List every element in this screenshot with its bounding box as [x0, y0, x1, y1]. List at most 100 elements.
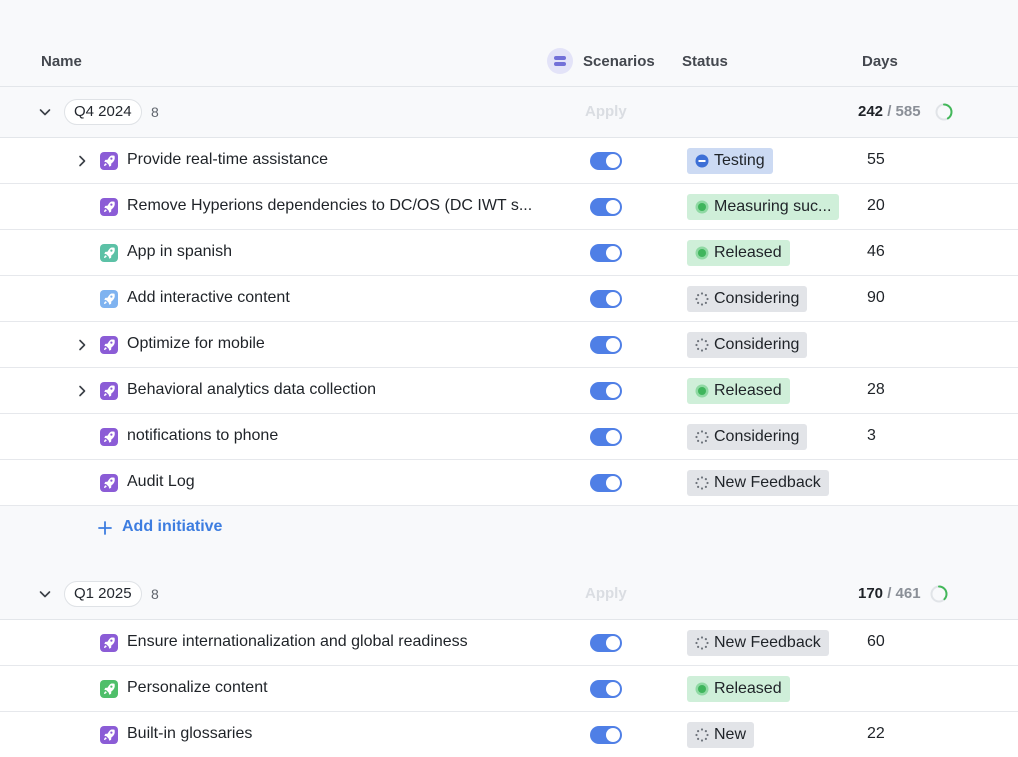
- initiative-name[interactable]: Ensure internationalization and global r…: [127, 633, 468, 651]
- status-badge[interactable]: New Feedback: [687, 470, 829, 496]
- days-value[interactable]: 20: [867, 197, 885, 215]
- status-badge[interactable]: Considering: [687, 286, 808, 312]
- pending-status-icon: [695, 636, 709, 650]
- rocket-icon: [100, 382, 118, 400]
- initiative-row[interactable]: Behavioral analytics data collection Rele…: [0, 368, 1018, 414]
- initiative-row[interactable]: Remove Hyperions dependencies to DC/OS (…: [0, 184, 1018, 230]
- scenario-toggle[interactable]: [590, 152, 622, 170]
- status-badge[interactable]: Released: [687, 378, 790, 404]
- scenario-toggle[interactable]: [590, 474, 622, 492]
- status-badge[interactable]: Considering: [687, 332, 808, 358]
- initiative-name[interactable]: Remove Hyperions dependencies to DC/OS (…: [127, 197, 532, 215]
- released-status-icon: [695, 246, 709, 260]
- scenario-toggle[interactable]: [590, 244, 622, 262]
- apply-button[interactable]: Apply: [585, 103, 627, 120]
- status-badge[interactable]: Measuring suc...: [687, 194, 840, 220]
- pending-status-icon: [695, 728, 709, 742]
- initiative-name[interactable]: notifications to phone: [127, 427, 278, 445]
- initiative-name[interactable]: Add interactive content: [127, 289, 290, 307]
- chevron-down-icon[interactable]: [38, 105, 52, 119]
- status-label: New Feedback: [714, 474, 821, 491]
- rocket-icon: [100, 680, 118, 698]
- initiative-row[interactable]: Built-in glossaries New 22: [0, 712, 1018, 757]
- group-label[interactable]: Q4 2024: [64, 99, 142, 125]
- status-badge[interactable]: Released: [687, 240, 790, 266]
- chevron-down-icon[interactable]: [38, 587, 52, 601]
- initiative-row[interactable]: Add interactive content Considering 90: [0, 276, 1018, 322]
- days-value[interactable]: 3: [867, 427, 876, 445]
- rocket-icon: [100, 474, 118, 492]
- status-badge[interactable]: Released: [687, 676, 790, 702]
- chevron-right-icon[interactable]: [75, 338, 89, 352]
- days-value[interactable]: 22: [867, 725, 885, 743]
- status-label: Measuring suc...: [714, 198, 832, 215]
- released-status-icon: [695, 384, 709, 398]
- column-header-status[interactable]: Status: [682, 53, 728, 70]
- scenario-toggle[interactable]: [590, 382, 622, 400]
- status-badge[interactable]: New: [687, 722, 755, 748]
- status-label: Considering: [714, 428, 800, 445]
- days-separator: /: [883, 585, 896, 602]
- column-header-scenarios[interactable]: Scenarios: [583, 53, 655, 70]
- status-badge[interactable]: Testing: [687, 148, 773, 174]
- apply-button[interactable]: Apply: [585, 585, 627, 602]
- days-used: 170: [858, 585, 884, 602]
- rocket-icon: [100, 428, 118, 446]
- add-initiative-button[interactable]: Add initiative: [98, 518, 222, 536]
- status-label: Released: [714, 382, 782, 399]
- scenario-toggle[interactable]: [590, 726, 622, 744]
- status-badge[interactable]: New Feedback: [687, 630, 829, 656]
- group-label[interactable]: Q1 2025: [64, 581, 142, 607]
- days-used: 242: [858, 103, 884, 120]
- scenario-toggle[interactable]: [590, 290, 622, 308]
- scenario-toggle[interactable]: [590, 198, 622, 216]
- initiative-row[interactable]: Optimize for mobile Considering: [0, 322, 1018, 368]
- status-label: Considering: [714, 290, 800, 307]
- initiative-row[interactable]: App in spanish Released 46: [0, 230, 1018, 276]
- initiative-row[interactable]: Audit Log New Feedback: [0, 460, 1018, 506]
- scenario-toggle[interactable]: [590, 634, 622, 652]
- days-total: 170 / 461: [858, 585, 921, 602]
- chevron-right-icon[interactable]: [75, 154, 89, 168]
- column-header-days[interactable]: Days: [862, 53, 898, 70]
- days-value[interactable]: 28: [867, 381, 885, 399]
- initiative-row[interactable]: Personalize content Released: [0, 666, 1018, 712]
- column-header-name[interactable]: Name: [41, 53, 82, 70]
- days-value[interactable]: 55: [867, 151, 885, 169]
- scenario-toggle[interactable]: [590, 336, 622, 354]
- days-value[interactable]: 90: [867, 289, 885, 307]
- initiative-name[interactable]: Provide real-time assistance: [127, 151, 328, 169]
- rocket-icon: [100, 726, 118, 744]
- released-status-icon: [695, 200, 709, 214]
- scenarios-icon[interactable]: [547, 48, 573, 74]
- days-separator: /: [883, 103, 896, 120]
- released-status-icon: [695, 682, 709, 696]
- pending-status-icon: [695, 292, 709, 306]
- pending-status-icon: [695, 430, 709, 444]
- days-value[interactable]: 46: [867, 243, 885, 261]
- progress-ring-icon: [935, 103, 953, 121]
- initiative-name[interactable]: Optimize for mobile: [127, 335, 265, 353]
- initiative-row[interactable]: Ensure internationalization and global r…: [0, 620, 1018, 666]
- rocket-icon: [100, 244, 118, 262]
- status-label: Testing: [714, 152, 765, 169]
- status-badge[interactable]: Considering: [687, 424, 808, 450]
- initiative-name[interactable]: Audit Log: [127, 473, 195, 491]
- group-count: 8: [151, 586, 159, 602]
- days-capacity: 461: [895, 585, 921, 602]
- initiative-name[interactable]: Personalize content: [127, 679, 268, 697]
- group-row: Q4 2024 8 Apply 242 / 585: [0, 87, 1018, 138]
- plus-icon: [98, 521, 112, 535]
- days-value[interactable]: 60: [867, 633, 885, 651]
- initiative-name[interactable]: Built-in glossaries: [127, 725, 252, 743]
- table-header: Name Scenarios Status Days: [0, 36, 1018, 87]
- group-row: Q1 2025 8 Apply 170 / 461: [0, 569, 1018, 620]
- scenario-toggle[interactable]: [590, 428, 622, 446]
- initiative-row[interactable]: Provide real-time assistance Testing 55: [0, 138, 1018, 184]
- initiative-row[interactable]: notifications to phone Considering 3: [0, 414, 1018, 460]
- initiative-name[interactable]: App in spanish: [127, 243, 232, 261]
- scenario-toggle[interactable]: [590, 680, 622, 698]
- initiative-name[interactable]: Behavioral analytics data collection: [127, 381, 376, 399]
- chevron-right-icon[interactable]: [75, 384, 89, 398]
- rocket-icon: [100, 290, 118, 308]
